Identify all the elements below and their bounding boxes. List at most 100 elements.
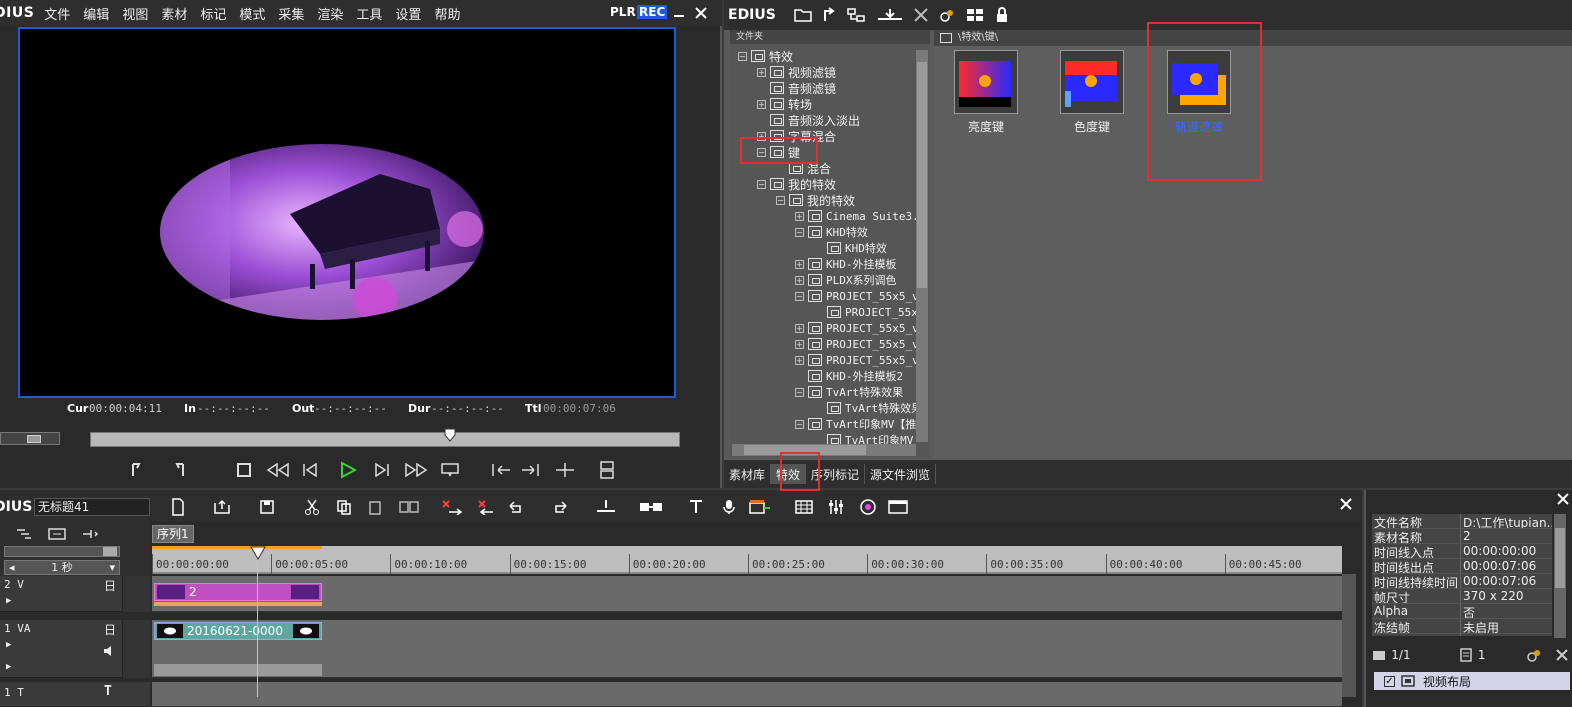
- minimize-icon[interactable]: [672, 6, 686, 20]
- expand-toggle-icon[interactable]: +: [795, 211, 804, 221]
- tree-node[interactable]: − 键: [757, 144, 800, 160]
- tree-node[interactable]: − 我的特效: [776, 192, 855, 208]
- mixer-icon[interactable]: [826, 498, 846, 516]
- stop-icon[interactable]: [234, 456, 254, 484]
- split-icon[interactable]: [552, 456, 578, 484]
- tree-vertical-scrollbar[interactable]: [916, 50, 928, 442]
- sync-mode-icon[interactable]: [46, 526, 68, 542]
- color-wheel-icon[interactable]: [858, 498, 878, 516]
- tree-node[interactable]: + 字幕混合: [757, 128, 836, 144]
- position-scrubber[interactable]: [90, 428, 680, 447]
- expand-toggle-icon[interactable]: −: [757, 147, 766, 157]
- lock-icon[interactable]: [990, 7, 1014, 23]
- tree-node[interactable]: KHD特效: [814, 240, 887, 256]
- rec-label[interactable]: REC: [637, 5, 668, 19]
- effect-track-matte[interactable]: 轨道遮罩: [1159, 50, 1239, 135]
- tree-node[interactable]: KHD-外挂模板2: [795, 368, 903, 384]
- expand-toggle-icon[interactable]: +: [795, 355, 804, 365]
- menu-mode[interactable]: 模式: [239, 4, 265, 23]
- tree-node[interactable]: − TvArt印象MV【推: [795, 416, 916, 432]
- fast-forward-icon[interactable]: [402, 456, 430, 484]
- save-icon[interactable]: [258, 498, 276, 516]
- ripple-mode-icon[interactable]: [80, 526, 100, 542]
- menu-render[interactable]: 渲染: [317, 4, 343, 23]
- paste-icon[interactable]: [366, 498, 386, 516]
- expand-arrow-icon[interactable]: ▶: [6, 662, 11, 672]
- tree-node[interactable]: − 我的特效: [757, 176, 836, 192]
- tree-node[interactable]: TvArt特殊效果: [814, 400, 922, 416]
- tree-node[interactable]: + KHD-外挂模板: [795, 256, 897, 272]
- add-to-timeline-icon[interactable]: [872, 7, 908, 23]
- title-icon[interactable]: [686, 498, 706, 516]
- tree-node[interactable]: 音频滤镜: [757, 80, 836, 96]
- tree-node[interactable]: + PROJECT_55x5_v6: [795, 336, 925, 352]
- sequence-settings-icon[interactable]: [794, 498, 814, 516]
- track-lock-icon[interactable]: 日: [104, 621, 116, 638]
- layout-menu-icon[interactable]: [886, 498, 910, 516]
- audio-speaker-icon[interactable]: [102, 644, 116, 658]
- lane-t1[interactable]: [152, 682, 1342, 707]
- expand-toggle-icon[interactable]: −: [795, 419, 804, 429]
- tree-node[interactable]: + PLDX系列调色: [795, 272, 897, 288]
- menu-help[interactable]: 帮助: [434, 4, 460, 23]
- view-mode-icon[interactable]: [960, 7, 990, 23]
- add-transition-icon[interactable]: [638, 498, 664, 516]
- time-ruler[interactable]: 00:00:00:00 00:00:05:00 00:00:10:00 00:00:1…: [152, 546, 1342, 574]
- tree-node[interactable]: + PROJECT_55x5_v6: [795, 320, 925, 336]
- set-in-icon[interactable]: [126, 456, 146, 484]
- expand-arrow-icon[interactable]: ▶: [6, 640, 11, 650]
- plr-label[interactable]: PLR: [610, 5, 636, 19]
- menu-view[interactable]: 视图: [122, 4, 148, 23]
- expand-toggle-icon[interactable]: +: [795, 275, 804, 285]
- insert-icon[interactable]: [488, 456, 514, 484]
- tree-node[interactable]: PROJECT_55x5: [814, 304, 924, 320]
- timeline-cursor[interactable]: [257, 546, 258, 697]
- expand-toggle-icon[interactable]: −: [738, 51, 747, 61]
- lane-v2[interactable]: 2: [152, 576, 1342, 612]
- redo-icon[interactable]: [550, 498, 570, 516]
- overwrite-icon[interactable]: [518, 456, 544, 484]
- timeline-playhead[interactable]: [250, 546, 266, 560]
- tab-sequence-markers[interactable]: 序列标记: [806, 464, 866, 484]
- tree-node[interactable]: − PROJECT_55x5_v6: [795, 288, 925, 304]
- delete-icon[interactable]: [908, 8, 934, 22]
- expand-toggle-icon[interactable]: +: [795, 339, 804, 349]
- track-mode-icon[interactable]: [14, 526, 34, 542]
- effect-settings-icon[interactable]: [1526, 648, 1541, 662]
- playhead-handle[interactable]: [444, 428, 456, 442]
- menu-file[interactable]: 文件: [44, 4, 70, 23]
- close-icon[interactable]: [694, 6, 708, 20]
- undo-icon[interactable]: [506, 498, 526, 516]
- tree-node[interactable]: 混合: [776, 160, 831, 176]
- expand-toggle-icon[interactable]: +: [795, 323, 804, 333]
- tree-node[interactable]: + PROJECT_55x5_v6: [795, 352, 925, 368]
- copy-icon[interactable]: [334, 498, 354, 516]
- clip-v2[interactable]: 2: [154, 583, 322, 601]
- expand-toggle-icon[interactable]: +: [757, 99, 766, 109]
- output-icon[interactable]: [596, 456, 620, 484]
- tab-bin[interactable]: 素材库: [724, 464, 772, 484]
- layout-checkbox[interactable]: ✓: [1384, 675, 1395, 687]
- tree-node[interactable]: + 转场: [757, 96, 812, 112]
- track-header-t1[interactable]: 1 T T: [0, 682, 150, 707]
- tree-node[interactable]: − 特效: [738, 48, 793, 64]
- tree-node[interactable]: + 视频滤镜: [757, 64, 836, 80]
- microphone-icon[interactable]: [720, 498, 738, 516]
- step-forward-icon[interactable]: [370, 456, 394, 484]
- expand-toggle-icon[interactable]: −: [795, 227, 804, 237]
- video-layout-item[interactable]: ✓ 视频布局: [1374, 672, 1570, 690]
- new-project-icon[interactable]: [170, 498, 186, 516]
- tree-node[interactable]: 音频淡入淡出: [757, 112, 860, 128]
- properties-icon[interactable]: [934, 7, 960, 23]
- info-close-icon[interactable]: [1556, 492, 1570, 506]
- effect-chroma-key[interactable]: 色度键: [1052, 50, 1132, 135]
- play-icon[interactable]: [336, 456, 360, 484]
- tab-source-browser[interactable]: 源文件浏览: [865, 464, 937, 484]
- track-header-va1[interactable]: 1 VA 日 ▶ ▶: [0, 620, 150, 678]
- zoom-select[interactable]: ◂ 1 秒 ▾: [4, 560, 120, 575]
- menu-settings[interactable]: 设置: [395, 4, 421, 23]
- timeline-vertical-scrollbar[interactable]: [1342, 574, 1356, 697]
- clip-va1[interactable]: 20160621-0000: [154, 622, 322, 640]
- expand-toggle-icon[interactable]: −: [795, 387, 804, 397]
- expand-toggle-icon[interactable]: +: [795, 259, 804, 269]
